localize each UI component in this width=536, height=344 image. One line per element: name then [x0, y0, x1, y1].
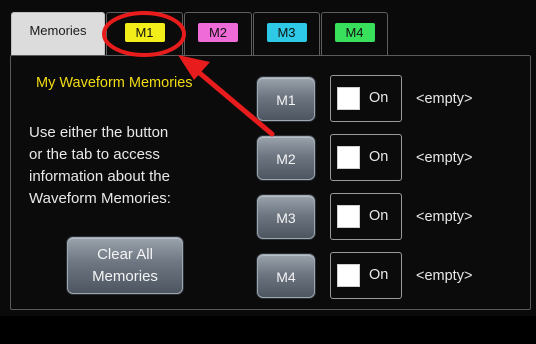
- tab-m2-chip: M2: [198, 23, 238, 42]
- memory-m4-on-toggle[interactable]: On: [330, 252, 402, 299]
- memory-m3-on-toggle[interactable]: On: [330, 193, 402, 240]
- help-line: Waveform Memories:: [29, 190, 171, 207]
- tab-m3[interactable]: M3: [253, 12, 320, 56]
- tab-m4-chip: M4: [334, 23, 375, 42]
- memory-m2-button[interactable]: M2: [257, 136, 315, 180]
- memory-m4-status: <empty>: [416, 268, 473, 284]
- tab-m4[interactable]: M4: [321, 12, 388, 56]
- memory-m3-button[interactable]: M3: [257, 195, 315, 239]
- help-text: Use either the button or the tab to acce…: [29, 122, 229, 210]
- tab-memories[interactable]: Memories: [11, 12, 105, 57]
- tab-m3-chip: M3: [266, 23, 307, 42]
- memory-m1-button[interactable]: M1: [257, 77, 315, 121]
- memory-m3-on-label: On: [369, 208, 389, 224]
- panel-title: My Waveform Memories: [36, 75, 193, 91]
- tab-m1[interactable]: M1: [106, 12, 183, 56]
- memory-m2-on-label: On: [369, 149, 389, 165]
- help-line: information about the: [29, 168, 170, 185]
- memory-m2-status: <empty>: [416, 150, 473, 166]
- memory-m1-status: <empty>: [416, 91, 473, 107]
- tab-m2[interactable]: M2: [184, 12, 252, 56]
- waveform-memories-dialog: Memories M1 M2 M3 M4 My Waveform Memorie…: [0, 0, 536, 344]
- memory-m4-checkbox[interactable]: [337, 264, 360, 287]
- clear-button-line2: Memories: [92, 268, 158, 285]
- memory-m2-on-toggle[interactable]: On: [330, 134, 402, 181]
- memory-m3-status: <empty>: [416, 209, 473, 225]
- help-line: or the tab to access: [29, 146, 160, 163]
- memory-m1-on-label: On: [369, 90, 389, 106]
- tab-m1-chip: M1: [124, 23, 165, 42]
- clear-all-memories-button[interactable]: Clear All Memories: [67, 237, 183, 294]
- memory-m4-button[interactable]: M4: [257, 254, 315, 298]
- memory-m4-on-label: On: [369, 267, 389, 283]
- memory-m1-checkbox[interactable]: [337, 87, 360, 110]
- help-line: Use either the button: [29, 124, 169, 141]
- memory-m2-checkbox[interactable]: [337, 146, 360, 169]
- clear-button-line1: Clear All: [97, 246, 153, 263]
- tab-memories-label: Memories: [29, 23, 87, 38]
- memory-m3-checkbox[interactable]: [337, 205, 360, 228]
- memory-m1-on-toggle[interactable]: On: [330, 75, 402, 122]
- bottom-strip: [0, 316, 536, 344]
